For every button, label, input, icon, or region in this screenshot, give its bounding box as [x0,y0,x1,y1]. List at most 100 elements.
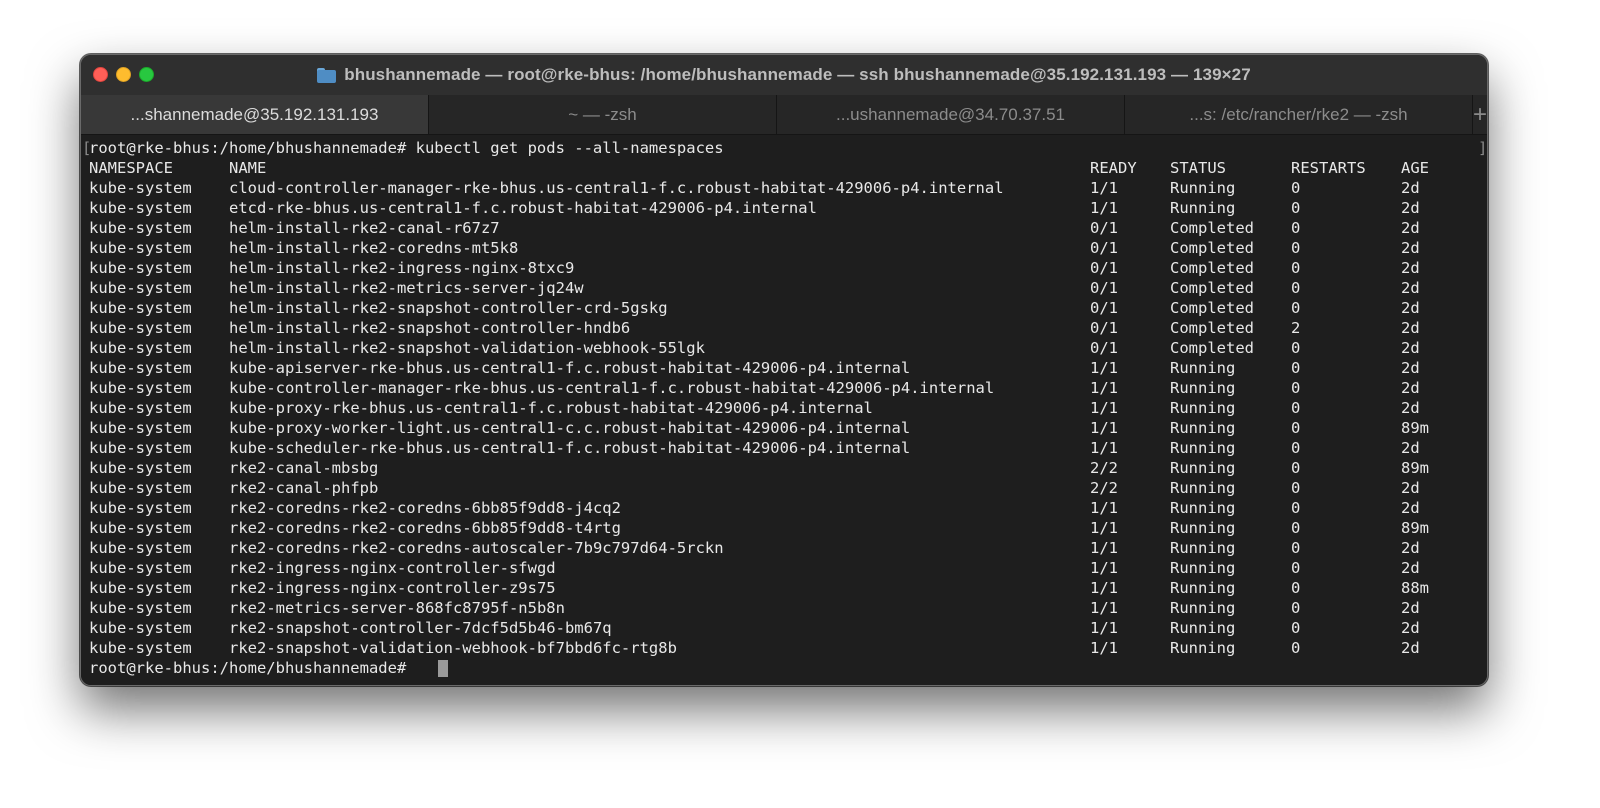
terminal-content[interactable]: [ root@rke-bhus:/home/bhushannemade# kub… [81,135,1487,685]
cell-name: rke2-coredns-rke2-coredns-6bb85f9dd8-j4c… [229,499,621,517]
cell-status: Running [1170,539,1236,557]
cell-name: rke2-metrics-server-868fc8795f-n5b8n [229,599,565,617]
tab-zsh-rke2[interactable]: ...s: /etc/rancher/rke2 — -zsh [1125,95,1473,134]
cell-namespace: kube-system [89,419,192,437]
cell-namespace: kube-system [89,259,192,277]
cell-status: Completed [1170,279,1254,297]
cell-age: 2d [1401,359,1420,377]
cell-ready: 0/1 [1090,259,1118,277]
cell-restarts: 0 [1291,419,1301,437]
cell-ready: 1/1 [1090,499,1118,517]
title-bar[interactable]: bhushannemade — root@rke-bhus: /home/bhu… [81,55,1487,96]
cell-ready: 1/1 [1090,439,1118,457]
cell-status: Running [1170,439,1236,457]
folder-icon [317,67,337,83]
cell-restarts: 0 [1291,199,1301,217]
cell-restarts: 0 [1291,239,1301,257]
cell-ready: 1/1 [1090,519,1118,537]
cell-ready: 1/1 [1090,619,1118,637]
cell-age: 88m [1401,579,1429,597]
cell-status: Running [1170,599,1236,617]
cell-restarts: 0 [1291,299,1301,317]
cell-name: helm-install-rke2-snapshot-controller-cr… [229,299,668,317]
cell-name: kube-scheduler-rke-bhus.us-central1-f.c.… [229,439,911,457]
cell-age: 2d [1401,399,1420,417]
cell-age: 2d [1401,559,1420,577]
cell-status: Running [1170,179,1236,197]
cell-namespace: kube-system [89,239,192,257]
cell-status: Completed [1170,339,1254,357]
cell-status: Completed [1170,319,1254,337]
cell-restarts: 0 [1291,359,1301,377]
cell-ready: 0/1 [1090,339,1118,357]
cell-status: Running [1170,399,1236,417]
cell-namespace: kube-system [89,459,192,477]
cell-status: Completed [1170,219,1254,237]
cell-ready: 0/1 [1090,319,1118,337]
cell-namespace: kube-system [89,519,192,537]
header-status: STATUS [1170,159,1226,177]
cell-age: 2d [1401,619,1420,637]
cell-restarts: 0 [1291,639,1301,657]
cell-name: rke2-ingress-nginx-controller-sfwgd [229,559,556,577]
cell-namespace: kube-system [89,479,192,497]
cell-restarts: 0 [1291,459,1301,477]
cell-restarts: 0 [1291,579,1301,597]
cell-namespace: kube-system [89,599,192,617]
cell-age: 89m [1401,419,1429,437]
cell-age: 2d [1401,179,1420,197]
cell-restarts: 0 [1291,539,1301,557]
cell-name: helm-install-rke2-coredns-mt5k8 [229,239,519,257]
cell-restarts: 0 [1291,179,1301,197]
cell-namespace: kube-system [89,319,192,337]
cell-ready: 2/2 [1090,459,1118,477]
cell-status: Running [1170,479,1236,497]
command-line: root@rke-bhus:/home/bhushannemade# kubec… [89,139,724,157]
cell-name: kube-apiserver-rke-bhus.us-central1-f.c.… [229,359,911,377]
cell-namespace: kube-system [89,299,192,317]
cell-name: helm-install-rke2-ingress-nginx-8txc9 [229,259,575,277]
cell-restarts: 0 [1291,219,1301,237]
tab-zsh-home[interactable]: ~ — -zsh [429,95,777,134]
cell-namespace: kube-system [89,219,192,237]
cell-name: rke2-snapshot-controller-7dcf5d5b46-bm67… [229,619,612,637]
cell-name: rke2-canal-phfpb [229,479,379,497]
new-tab-button[interactable]: + [1473,95,1487,134]
cell-status: Completed [1170,299,1254,317]
cell-restarts: 0 [1291,479,1301,497]
header-name: NAME [229,159,267,177]
cell-namespace: kube-system [89,359,192,377]
cell-restarts: 0 [1291,399,1301,417]
cell-status: Running [1170,379,1236,397]
cell-namespace: kube-system [89,559,192,577]
cell-age: 89m [1401,459,1429,477]
cell-age: 2d [1401,539,1420,557]
terminal-window: bhushannemade — root@rke-bhus: /home/bhu… [80,54,1488,686]
cell-ready: 0/1 [1090,279,1118,297]
cell-name: helm-install-rke2-snapshot-controller-hn… [229,319,631,337]
cell-status: Running [1170,359,1236,377]
cell-status: Running [1170,419,1236,437]
cell-name: helm-install-rke2-canal-r67z7 [229,219,500,237]
cell-ready: 1/1 [1090,379,1118,397]
cell-restarts: 0 [1291,599,1301,617]
cell-age: 2d [1401,199,1420,217]
tab-bar: ...shannemade@35.192.131.193 ~ — -zsh ..… [81,95,1487,135]
cell-age: 2d [1401,339,1420,357]
cell-ready: 0/1 [1090,299,1118,317]
cell-age: 2d [1401,319,1420,337]
cell-namespace: kube-system [89,639,192,657]
cell-namespace: kube-system [89,579,192,597]
cell-name: rke2-coredns-rke2-coredns-6bb85f9dd8-t4r… [229,519,621,537]
prompt-line: root@rke-bhus:/home/bhushannemade# [89,659,407,677]
cell-namespace: kube-system [89,399,192,417]
cell-age: 89m [1401,519,1429,537]
cell-name: helm-install-rke2-metrics-server-jq24w [229,279,584,297]
cell-status: Running [1170,559,1236,577]
cell-ready: 1/1 [1090,399,1118,417]
cell-ready: 0/1 [1090,219,1118,237]
window-title: bhushannemade — root@rke-bhus: /home/bhu… [344,65,1251,84]
cell-ready: 1/1 [1090,599,1118,617]
tab-ssh-34-70-37-51[interactable]: ...ushannemade@34.70.37.51 [777,95,1125,134]
tab-ssh-35-192-131-193[interactable]: ...shannemade@35.192.131.193 [81,95,429,134]
